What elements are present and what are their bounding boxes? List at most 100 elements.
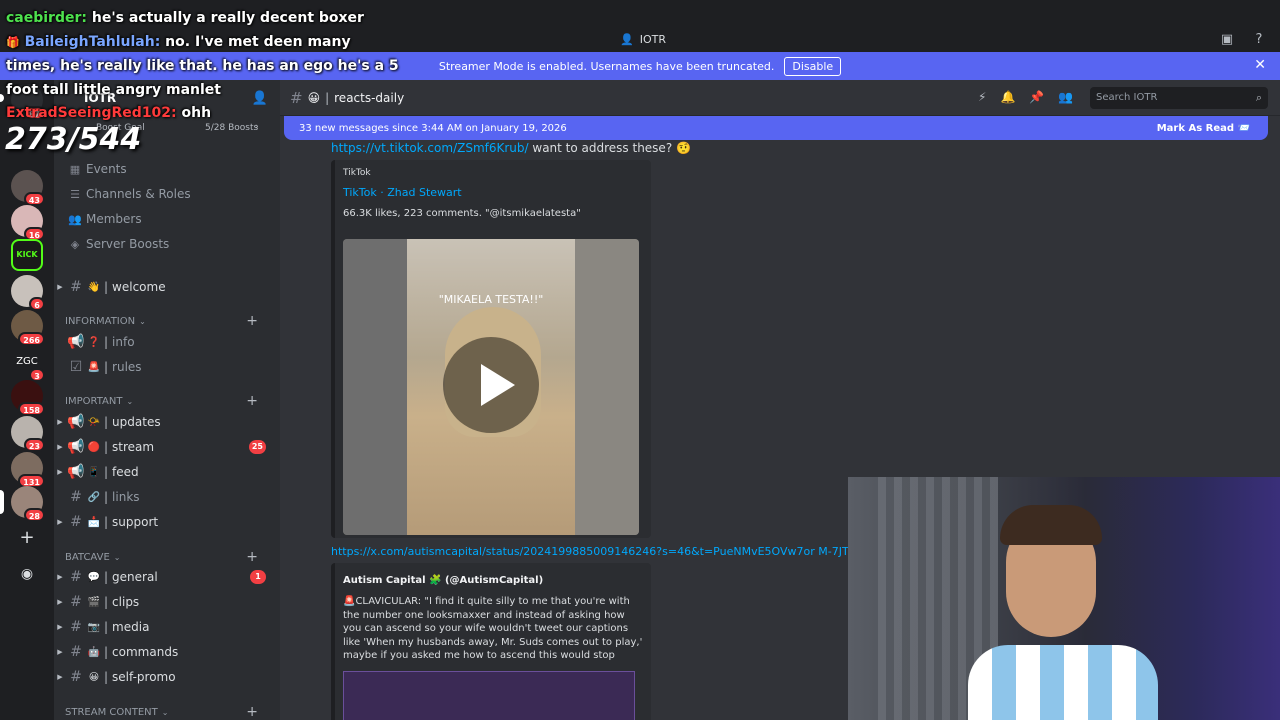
bell-icon[interactable]: 🔔 [1000,90,1015,104]
chat-username: BaileighTahlulah: [24,34,161,50]
category-information[interactable]: INFORMATION ⌄ + [65,313,270,329]
rules-icon: ☑ [69,359,83,375]
sidebar-item-channels-roles[interactable]: ☰ Channels & Roles [64,183,270,205]
announcement-icon: 📢 [67,414,85,430]
server-icon-7[interactable]: 23 [11,416,45,452]
sidebar-item-server-boosts[interactable]: ◈ Server Boosts [64,233,270,255]
webcam-shirt [968,645,1158,720]
inbox-icon[interactable]: ▣ [1219,32,1235,48]
pin-icon[interactable]: 📌 [1029,90,1044,104]
channel-name: links [112,490,140,504]
channel-emoji: 📩 [87,516,101,528]
new-messages-bar[interactable]: 33 new messages since 3:44 AM on January… [284,116,1268,140]
server-icon-8[interactable]: 131 [11,452,45,488]
channel-name: rules [112,360,142,374]
video-bg-right [575,239,639,535]
video-caption: "MIKAELA TESTA!!" [438,293,544,306]
category-label: STREAM CONTENT [65,706,158,718]
channel-name: updates [112,415,161,429]
add-channel-icon[interactable]: + [246,704,258,720]
server-icon-5[interactable]: 266 [11,310,45,346]
play-icon[interactable] [443,337,539,433]
channel-clips[interactable]: ▶ # 🎬 | clips [54,591,280,613]
add-server-icon[interactable]: + [11,522,43,554]
channel-title: # 😀 | reacts-daily [290,88,405,107]
window-title-text: IOTR [639,33,666,46]
channel-sidebar: IOTR 👤 Boost Goal 5/28 Boosts › ▦ Events … [54,80,280,720]
channel-rules[interactable]: ☑ 🚨 | rules [54,356,280,378]
sidebar-item-members[interactable]: 👥 Members [64,208,270,230]
help-icon[interactable]: ? [1251,32,1267,48]
server-icon-9[interactable]: 28 [11,486,45,522]
mention-badge: 1 [250,570,266,584]
tiktok-link[interactable]: https://vt.tiktok.com/ZSmf6Krub/ [331,141,529,155]
x-embed: Autism Capital 🧩 (@AutismCapital) 🚨CLAVI… [331,563,651,720]
x-link[interactable]: https://x.com/autismcapital/status/20241… [331,545,872,558]
chat-username: ExtradSeeingRed102: [6,105,177,121]
add-channel-icon[interactable]: + [246,393,258,409]
message-text: https://vt.tiktok.com/ZSmf6Krub/ want to… [331,141,691,155]
disable-streamer-mode-button[interactable]: Disable [784,56,842,76]
list-icon: ☰ [70,187,80,201]
embed-author[interactable]: Autism Capital 🧩 (@AutismCapital) [343,575,543,586]
server-icon-4[interactable]: 6 [11,275,45,311]
embed-provider: TikTok [343,168,371,178]
close-icon[interactable]: ✕ [1254,57,1266,73]
window-title: 👤 IOTR [620,33,666,46]
hash-icon: # [70,569,82,585]
add-channel-icon[interactable]: + [246,313,258,329]
add-channel-icon[interactable]: + [246,549,258,565]
zgc-server-icon[interactable]: ZGC 3 [11,346,45,382]
channel-emoji: 😀 [88,671,100,683]
category-important[interactable]: IMPORTANT ⌄ + [65,393,270,409]
chevron-right-icon: ▶ [57,443,63,451]
channel-commands[interactable]: ▶ # 🤖 | commands [54,641,280,663]
server-icon-3[interactable]: 16 [11,205,45,241]
channel-updates[interactable]: ▶ 📢 📯 | updates [54,411,280,433]
hash-icon: # [70,619,82,635]
server-badge: 6 [29,297,45,311]
channel-emoji: 💬 [87,571,101,583]
threads-icon[interactable]: ⚡ [978,90,986,104]
category-stream-content[interactable]: STREAM CONTENT ⌄ + [65,704,270,720]
header-toolbar: ⚡ 🔔 📌 👥 [978,90,1073,104]
channel-welcome[interactable]: ▶ # 👋 | welcome [54,276,280,298]
channel-info[interactable]: 📢 ❓ | info [54,331,280,353]
webcam-overlay [848,477,1280,720]
chevron-down-icon: ⌄ [126,396,134,406]
channel-support[interactable]: ▶ # 📩 | support [54,511,280,533]
channel-emoji: 📷 [87,621,101,633]
discover-icon[interactable]: ◉ [11,558,43,590]
channel-self-promo[interactable]: ▶ # 😀 | self-promo [54,666,280,688]
chevron-right-icon: ▶ [57,648,63,656]
kick-server-icon[interactable]: KICK [11,239,43,271]
chat-text: no. I've met deen many [160,34,351,50]
channel-name: stream [112,440,155,454]
channel-feed[interactable]: ▶ 📢 📱 | feed [54,461,280,483]
sidebar-item-events[interactable]: ▦ Events [64,158,270,180]
server-badge: 23 [23,438,45,452]
chevron-right-icon: ▶ [57,573,63,581]
hash-icon: # [290,88,303,107]
video-player[interactable]: "MIKAELA TESTA!!" [343,239,639,535]
mention-badge: 25 [248,440,266,454]
server-badge: 28 [23,508,45,522]
server-icon-2[interactable]: 43 [11,170,45,206]
member-list-icon[interactable]: 👥 [1058,90,1073,104]
invite-icon[interactable]: 👤 [252,91,268,106]
channel-emoji: 📯 [87,416,101,428]
channel-media[interactable]: ▶ # 📷 | media [54,616,280,638]
channel-stream[interactable]: ▶ 📢 🔴 | stream 25 [54,436,280,458]
embed-title[interactable]: TikTok · Zhad Stewart [343,186,462,199]
server-icon-6[interactable]: 158 [11,380,45,416]
channel-emoji: 🤖 [87,646,101,658]
category-batcave[interactable]: BATCAVE ⌄ + [65,549,270,565]
new-messages-text: 33 new messages since 3:44 AM on January… [299,122,567,134]
search-placeholder: Search IOTR [1096,92,1158,103]
channel-general[interactable]: ▶ # 💬 | general 1 [54,566,280,588]
search-input[interactable]: Search IOTR ⌕ [1090,87,1268,109]
channel-links[interactable]: # 🔗 | links [54,486,280,508]
kick-label: KICK [16,250,38,259]
embed-image[interactable] [343,671,635,720]
mark-as-read-button[interactable]: Mark As Read 📨 [1157,123,1250,134]
